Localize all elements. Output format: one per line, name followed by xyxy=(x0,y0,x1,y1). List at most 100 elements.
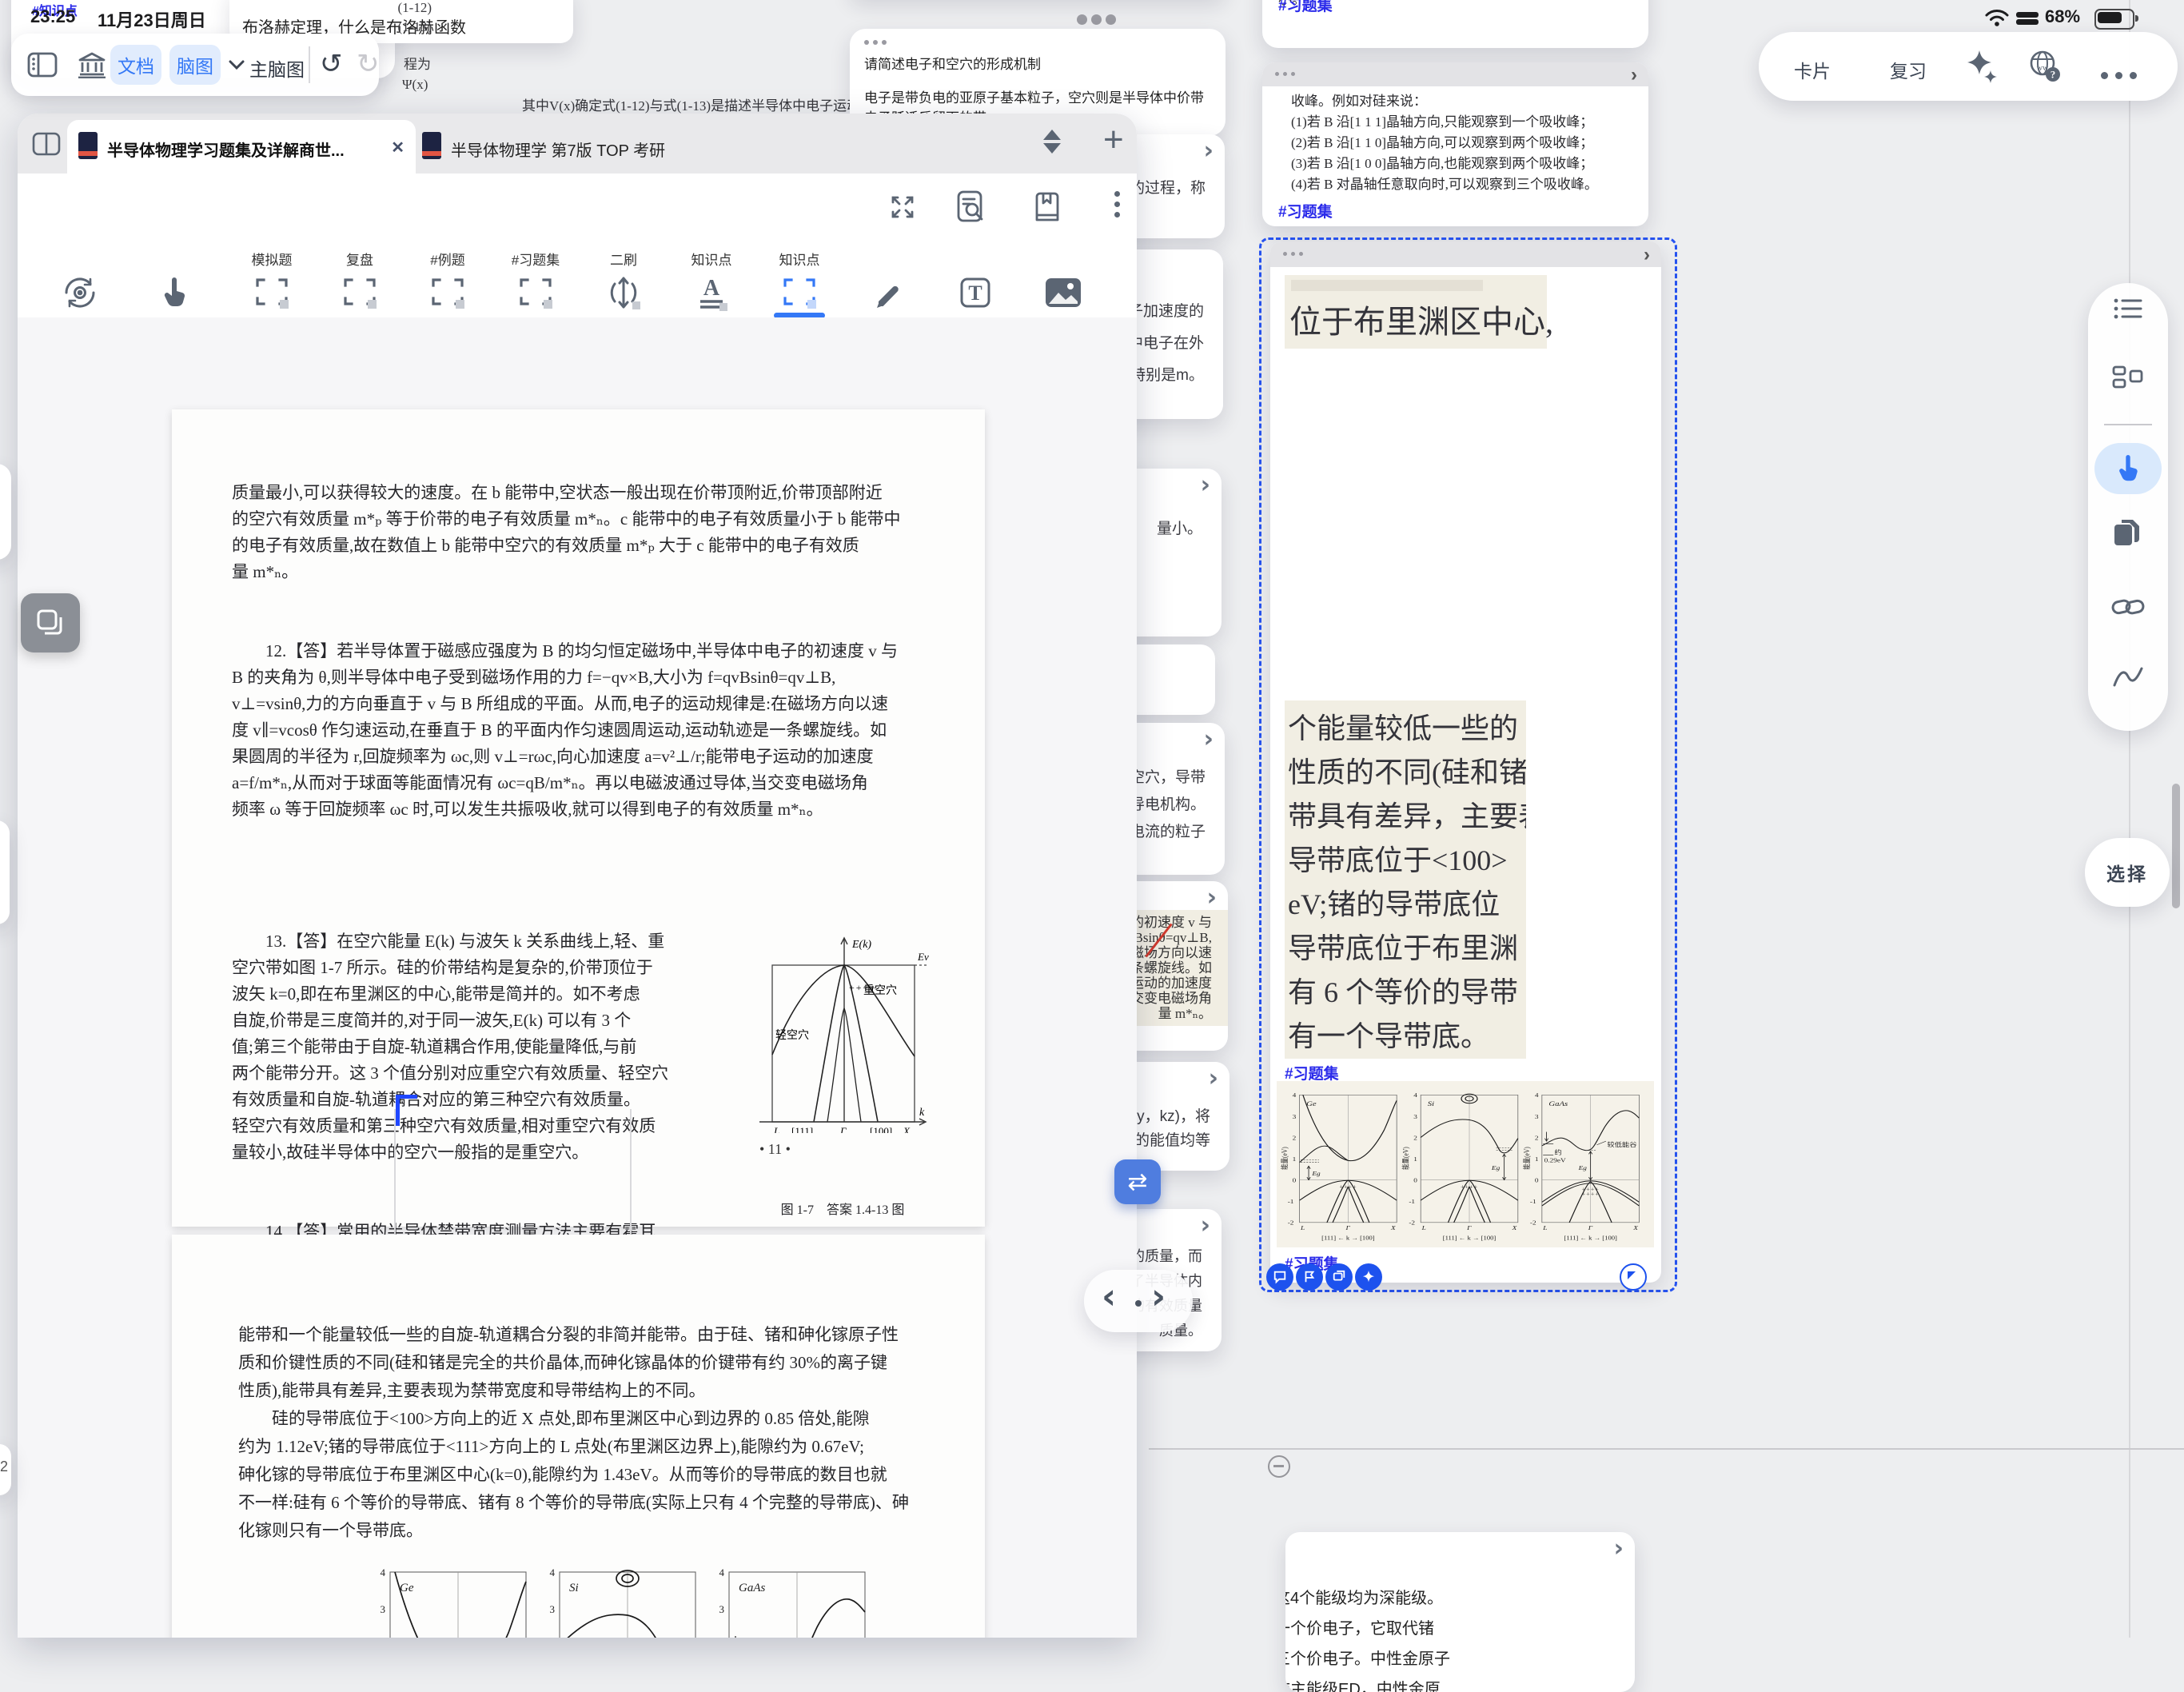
excerpt-card[interactable]: › 收峰。例如对硅来说：(1)若 B 沿[1 1 1]晶轴方向,只能观察到一个吸… xyxy=(1262,62,1648,226)
tab-close-icon[interactable]: ✕ xyxy=(391,138,405,158)
excerpt-card-top[interactable]: 渊区内,导带底、价带顶的位置、导带底的数目和能隙的大小。 #习题集 xyxy=(1262,0,1648,48)
pdf-excerpt-image: 个能量较低一些的性质的不同(硅和锗带具有差异，主要表导带底位于<100>eV;锗… xyxy=(1285,700,1526,1059)
expand-chevron-icon[interactable]: › xyxy=(1201,1214,1210,1238)
undo-button[interactable]: ↺ xyxy=(320,48,343,80)
excerpt-tool-second-pass[interactable] xyxy=(601,268,646,317)
tag-exercise-set[interactable]: #习题集 xyxy=(1278,200,1333,221)
excerpt-card-selected[interactable]: › 位于布里渊区中心, 个能量较低一些的性质的不同(硅和锗带具有差异，主要表导带… xyxy=(1270,241,1661,1283)
tab-active[interactable]: 半导体物理学习题集及详解商世... ✕ xyxy=(67,120,416,174)
chevron-down-icon[interactable] xyxy=(229,60,245,70)
expand-chevron-icon[interactable]: › xyxy=(1204,139,1214,163)
excerpt-tool-exercise-set[interactable] xyxy=(513,268,558,317)
expand-chevron-icon[interactable]: › xyxy=(1614,1537,1624,1561)
split-view-icon[interactable] xyxy=(32,132,61,156)
pdf-paragraph: 13.【答】在空穴能量 E(k) 与波矢 k 关系曲线上,轻、重空穴带如图 1-… xyxy=(232,928,750,1166)
expand-chevron-icon[interactable]: › xyxy=(1644,244,1650,266)
auto-excerpt-tool[interactable] xyxy=(58,268,102,317)
pdf-excerpt-image: 位于布里渊区中心, xyxy=(1285,275,1547,349)
card-deck-icon[interactable] xyxy=(2112,365,2144,390)
hand-tool[interactable] xyxy=(152,268,197,317)
expand-chevron-icon[interactable]: › xyxy=(1631,64,1637,86)
resize-handle[interactable] xyxy=(1620,1263,1647,1291)
tool-label: 模拟题 xyxy=(228,249,316,269)
image-tool[interactable] xyxy=(1041,268,1086,317)
mindmap-mode-button[interactable]: 脑图 xyxy=(169,45,221,85)
outline-list-icon[interactable] xyxy=(2113,297,2143,321)
svg-text:X: X xyxy=(903,1125,911,1133)
svg-text:L: L xyxy=(773,1125,779,1133)
sidebar-divider xyxy=(2104,424,2152,425)
pdf-paragraph: 能带和一个能量较低一些的自旋-轨道耦合分裂的非简并能带。由于硅、锗和砷化镓原子性… xyxy=(238,1321,958,1545)
excerpt-tool-mock-exam[interactable] xyxy=(249,268,294,317)
tab-inactive[interactable]: 半导体物理学 第7版 TOP 考研 xyxy=(416,120,791,174)
edge-card-sliver: 2 xyxy=(0,1444,11,1495)
pdf-page-2: 能带和一个能量较低一些的自旋-轨道耦合分裂的非简并能带。由于硅、锗和砷化镓原子性… xyxy=(172,1235,985,1638)
link-icon[interactable] xyxy=(2111,597,2145,617)
doc-search-icon[interactable] xyxy=(955,190,986,223)
ai-sparkle-button[interactable] xyxy=(1355,1263,1382,1291)
hand-tool-selected[interactable] xyxy=(2094,443,2162,494)
svg-text:E(k): E(k) xyxy=(851,939,871,951)
sidebar-icon[interactable] xyxy=(27,52,58,78)
prev-page-button[interactable]: ‹ xyxy=(1102,1279,1116,1315)
tag-exercise-set[interactable]: #习题集 xyxy=(1278,0,1333,15)
main-map-selector[interactable]: 主脑图 xyxy=(249,54,305,82)
text-frame-tool[interactable]: T xyxy=(953,268,998,317)
excerpt-tool-knowledge-selected[interactable] xyxy=(777,268,822,317)
card-menu-dots[interactable] xyxy=(1283,252,1303,256)
collapse-minus-icon[interactable] xyxy=(1268,1455,1290,1478)
tag-exercise-set[interactable]: #习题集 xyxy=(1285,1062,1339,1083)
book-cover-thumb xyxy=(422,132,441,159)
tool-label: 知识点 xyxy=(755,249,843,269)
main-toolbar: 文档 脑图 主脑图 ↺ ↻ xyxy=(11,34,379,96)
card-menu-dots[interactable] xyxy=(864,40,887,45)
doc-content: 质量最小,可以获得较大的速度。在 b 能带中,空状态一般出现在价带顶附近,价带顶… xyxy=(18,317,1137,1638)
select-label: 选择 xyxy=(2106,859,2148,886)
edge-page-marker: 2 xyxy=(0,1459,8,1475)
highlight-tool-knowledge[interactable]: A xyxy=(689,268,734,317)
expand-chevron-icon[interactable]: › xyxy=(1201,473,1210,497)
bookmark-icon[interactable] xyxy=(1033,190,1062,222)
band-structure-figure xyxy=(1277,1081,1654,1247)
note-card-bottom[interactable]: › 这4个能级均为深能级。一个价电子，它取代锗三个价电子。中性金原子施主能级ED… xyxy=(1285,1532,1635,1692)
expand-chevron-icon[interactable]: › xyxy=(1209,1067,1218,1091)
card-link-button[interactable] xyxy=(1325,1263,1353,1291)
research-globe-icon[interactable]: ww ? xyxy=(2026,48,2064,85)
ai-sparkle-icon[interactable] xyxy=(1963,48,2000,85)
card-menu-dots[interactable] xyxy=(1275,72,1295,76)
book-cover-thumb xyxy=(78,132,98,159)
card-review-toolbar: 卡片 复习 ww ? xyxy=(1759,32,2178,101)
doc-mode-button[interactable]: 文档 xyxy=(110,45,161,85)
scrollbar-thumb[interactable] xyxy=(2172,784,2180,908)
comment-button[interactable] xyxy=(1266,1263,1293,1291)
pen-tool[interactable] xyxy=(865,268,910,317)
tool-label: 复盘 xyxy=(316,249,404,269)
tab-sort-icon[interactable] xyxy=(1043,130,1061,154)
more-menu-icon[interactable] xyxy=(2101,72,2137,79)
page-indicator-dots xyxy=(1077,14,1116,25)
tab-title: 半导体物理学习题集及详解商世... xyxy=(107,138,371,161)
next-page-button[interactable]: › xyxy=(1151,1279,1166,1315)
flag-button[interactable] xyxy=(1296,1263,1323,1291)
page-number: • 11 • xyxy=(759,1141,791,1158)
expand-chevron-icon[interactable]: › xyxy=(1207,886,1217,910)
scribble-icon[interactable] xyxy=(2110,665,2146,689)
copy-pages-icon[interactable] xyxy=(2112,517,2144,549)
review-button[interactable]: 复习 xyxy=(1890,56,1927,83)
edge-card-sliver xyxy=(0,464,11,560)
svg-text:?: ? xyxy=(2050,69,2056,81)
svg-text:k: k xyxy=(919,1107,925,1119)
status-time: 23:25 xyxy=(30,6,75,27)
redo-button[interactable]: ↻ xyxy=(357,48,380,80)
expand-chevron-icon[interactable]: › xyxy=(1204,728,1214,752)
layers-button[interactable] xyxy=(21,593,80,652)
excerpt-tool-example[interactable] xyxy=(425,268,470,317)
add-tab-button[interactable]: + xyxy=(1103,120,1124,160)
panel-resize-button[interactable]: ⇄ xyxy=(1114,1159,1161,1204)
cards-button[interactable]: 卡片 xyxy=(1794,56,1831,83)
excerpt-tool-review[interactable] xyxy=(337,268,382,317)
library-icon[interactable] xyxy=(77,51,107,78)
more-options-icon[interactable] xyxy=(1114,191,1120,217)
select-mode-button[interactable]: 选择 xyxy=(2085,838,2170,907)
fullscreen-icon[interactable] xyxy=(887,191,919,223)
